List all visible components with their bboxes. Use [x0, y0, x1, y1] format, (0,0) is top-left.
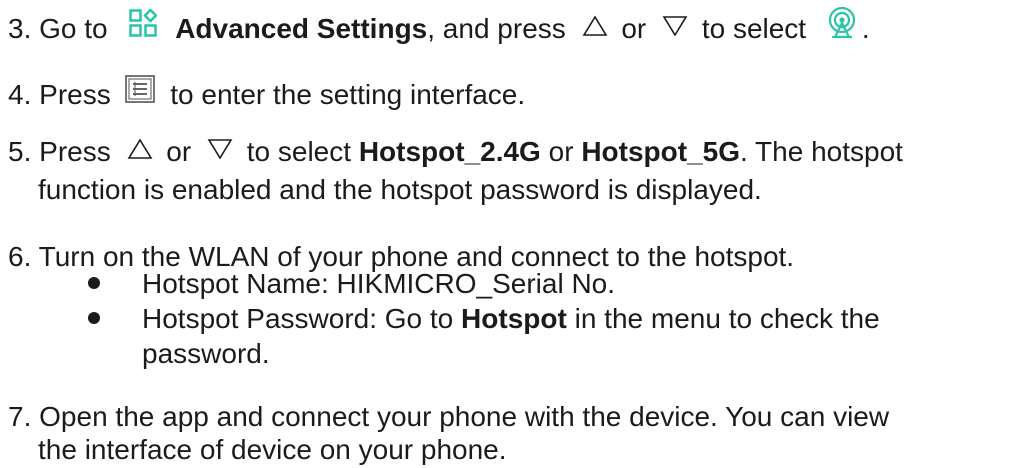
hotspot-password-item: Hotspot Password: Go to Hotspot in the m…: [142, 301, 880, 337]
step-text: Open the app and connect your phone with…: [39, 401, 890, 432]
item-text: Hotspot Password: Go to: [142, 303, 454, 334]
advanced-settings-label: Advanced Settings: [175, 12, 428, 44]
item-text: in the menu to check the: [574, 303, 880, 334]
step-text: or: [621, 12, 647, 44]
hotspot-icon: [826, 6, 858, 48]
down-triangle-icon: [207, 133, 233, 169]
step-number: 6.: [8, 241, 32, 272]
hotspot-name-item: Hotspot Name: HIKMICRO_Serial No.: [142, 268, 616, 299]
hotspot-password-line-2: password.: [142, 338, 270, 369]
step-4: 4. Press to enter the setting interface.: [8, 75, 526, 115]
step-3: 3. Go to Advanced Settings, and press or…: [8, 6, 870, 51]
step-5: 5. Press or to select Hotspot_2.4G or Ho…: [8, 134, 903, 172]
up-triangle-icon: [127, 133, 153, 169]
step-text: , and press: [427, 12, 566, 44]
step-7: 7. Open the app and connect your phone w…: [8, 399, 889, 435]
step-text: Go to: [39, 12, 108, 44]
down-triangle-icon: [662, 10, 688, 46]
step-number: 3.: [8, 12, 32, 44]
step-text: Press: [39, 136, 111, 167]
step-number: 5.: [8, 136, 32, 167]
hotspot-label: Hotspot: [461, 303, 567, 334]
step-text: to enter the setting interface.: [170, 79, 526, 110]
up-triangle-icon: [582, 10, 608, 46]
step-text: or: [548, 136, 574, 167]
step-5-line-2: function is enabled and the hotspot pass…: [38, 174, 762, 205]
hotspot-5g-label: Hotspot_5G: [581, 136, 740, 167]
step-text: or: [166, 136, 192, 167]
bullet: [88, 312, 100, 324]
step-text: .: [861, 12, 870, 44]
step-text: to select: [701, 12, 807, 44]
hotspot-2-4g-label: Hotspot_2.4G: [358, 136, 541, 167]
bullet: [88, 277, 100, 289]
step-number: 7.: [8, 401, 32, 432]
step-7-line-2: the interface of device on your phone.: [38, 434, 507, 465]
step-text: Press: [39, 79, 111, 110]
step-text: to select: [246, 136, 352, 167]
advanced-settings-icon: [129, 8, 159, 46]
menu-icon: [124, 75, 155, 112]
step-number: 4.: [8, 79, 32, 110]
step-text: . The hotspot: [740, 136, 903, 167]
